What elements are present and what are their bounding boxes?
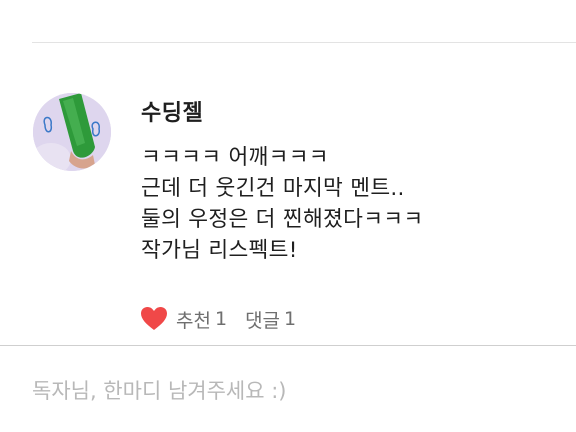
comment-item: 수딩젤 ㅋㅋㅋㅋ 어깨ㅋㅋㅋ 근데 더 웃긴건 마지막 멘트.. 둘의 우정은 … (0, 43, 576, 345)
comment-line: 둘의 우정은 더 찐해졌다ㅋㅋㅋ (141, 207, 424, 232)
reply-label: 댓글 (245, 309, 281, 332)
comment-line: 작가님 리스펙트! (141, 238, 298, 263)
comment-actions: 추천 1 댓글 1 (140, 301, 296, 337)
comment-line: ㅋㅋㅋㅋ 어깨ㅋㅋㅋ (141, 145, 329, 170)
avatar[interactable] (33, 93, 111, 171)
comment-composer (0, 346, 576, 432)
reply-button[interactable]: 댓글 1 (245, 306, 296, 333)
heart-icon (141, 307, 167, 330)
comment-input[interactable] (32, 374, 552, 408)
like-button[interactable]: 추천 1 (140, 306, 227, 333)
like-label: 추천 (176, 309, 211, 332)
reply-count: 1 (284, 308, 297, 330)
comment-body: ㅋㅋㅋㅋ 어깨ㅋㅋㅋ 근데 더 웃긴건 마지막 멘트.. 둘의 우정은 더 찐해… (141, 142, 561, 266)
comment-author[interactable]: 수딩젤 (141, 95, 203, 127)
like-count: 1 (214, 308, 228, 330)
comment-line: 근데 더 웃긴건 마지막 멘트.. (141, 176, 405, 201)
avatar-image (33, 93, 111, 171)
